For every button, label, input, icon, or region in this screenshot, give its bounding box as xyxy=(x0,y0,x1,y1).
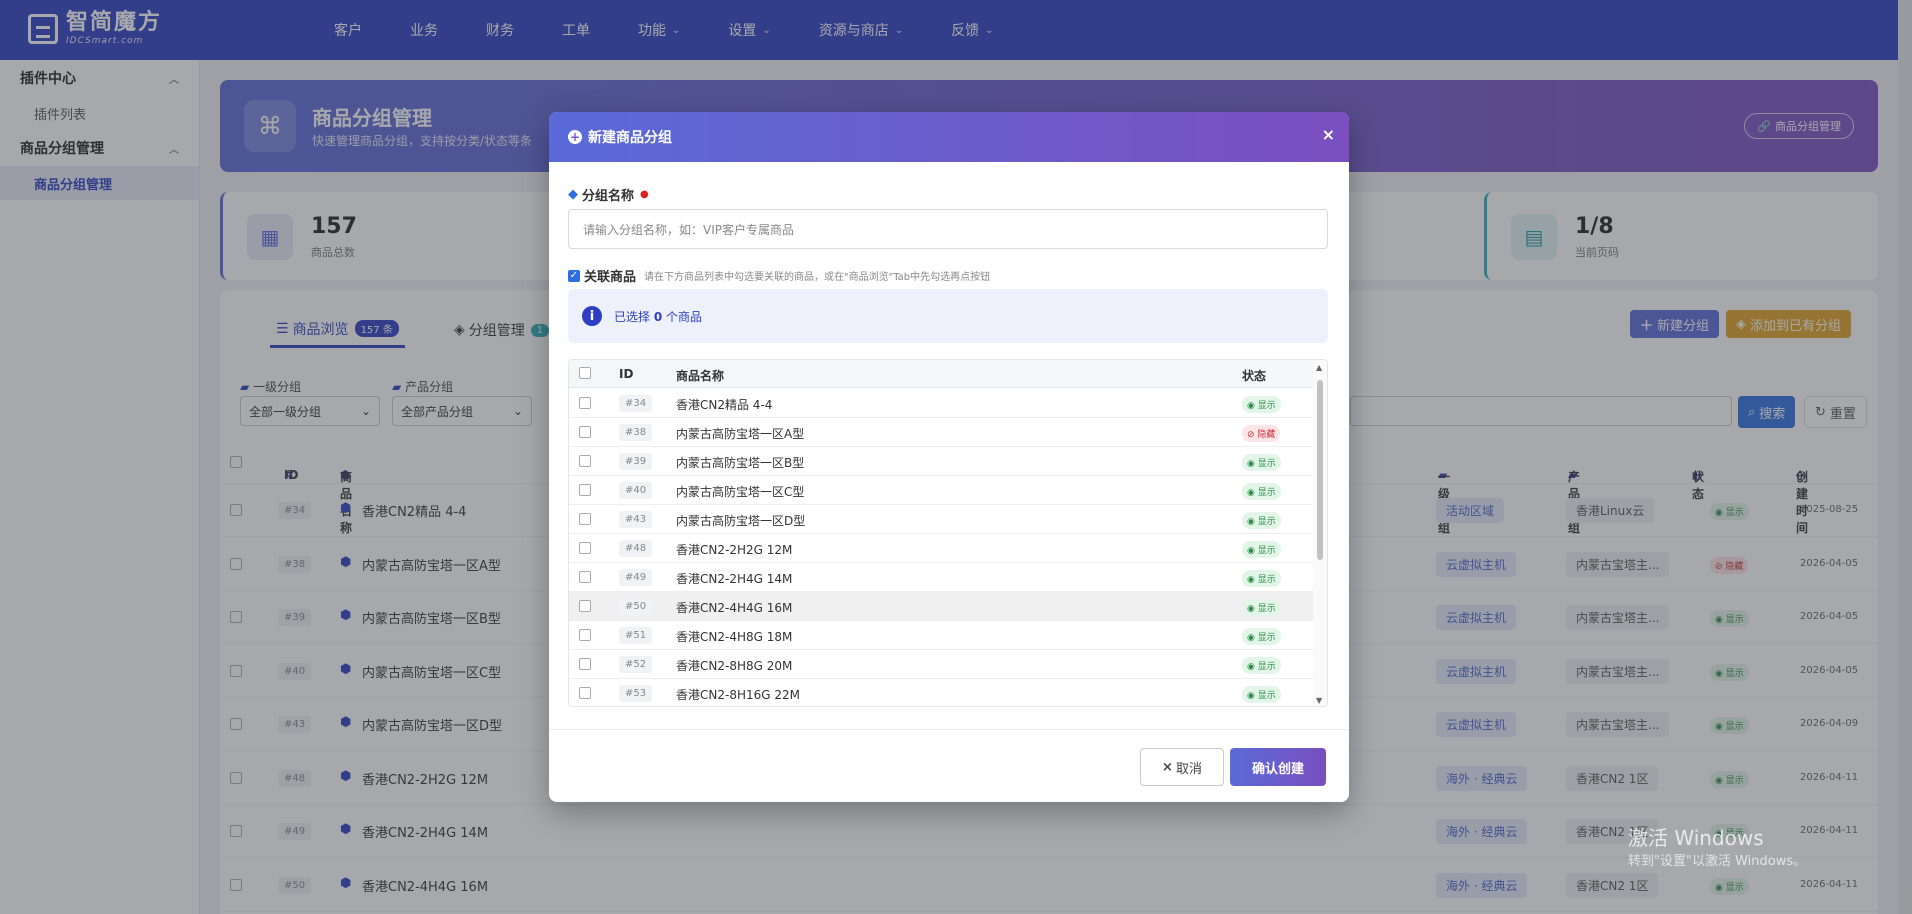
eye-icon: ◉ xyxy=(1247,633,1255,643)
confirm-create-button[interactable]: 确认创建 xyxy=(1230,748,1326,786)
product-list-header: ID 商品名称 状态 xyxy=(569,360,1313,388)
status-badge: ⊘ 隐藏 xyxy=(1242,425,1281,442)
list-item-name: 内蒙古高防宝塔一区A型 xyxy=(676,427,805,441)
list-item-checkbox[interactable] xyxy=(579,542,591,554)
list-item-checkbox[interactable] xyxy=(579,513,591,525)
tag-icon: ◆ xyxy=(568,187,578,202)
eye-icon: ◉ xyxy=(1247,691,1255,701)
assoc-checkbox[interactable]: ✓ xyxy=(568,269,580,282)
list-col-status: 状态 xyxy=(1242,369,1267,383)
scroll-up-icon[interactable]: ▲ xyxy=(1316,363,1322,372)
modal-footer-divider xyxy=(549,729,1349,730)
list-item-id: #38 xyxy=(619,424,653,441)
list-item-checkbox[interactable] xyxy=(579,455,591,467)
status-badge: ◉ 显示 xyxy=(1242,454,1281,471)
close-icon: × xyxy=(1162,759,1173,775)
list-item-checkbox[interactable] xyxy=(579,426,591,438)
eye-icon: ◉ xyxy=(1247,459,1255,469)
status-badge: ◉ 显示 xyxy=(1242,396,1281,413)
close-icon[interactable]: × xyxy=(1322,125,1335,144)
list-item-id: #40 xyxy=(619,482,653,499)
product-list: ID 商品名称 状态 #34 香港CN2精品 4-4 ◉ 显示 #38 内蒙古高防宝塔一… xyxy=(568,359,1328,707)
eye-icon: ◉ xyxy=(1247,517,1255,527)
selected-info: i 已选择 0 个商品 xyxy=(568,289,1328,343)
status-badge: ◉ 显示 xyxy=(1242,570,1281,587)
group-name-input[interactable]: 请输入分组名称，如：VIP客户专属商品 xyxy=(568,209,1328,249)
list-item-checkbox[interactable] xyxy=(579,397,591,409)
list-item[interactable]: #51 香港CN2-4H8G 18M ◉ 显示 xyxy=(569,621,1313,650)
list-item-name: 香港CN2-8H8G 20M xyxy=(676,659,793,673)
status-badge: ◉ 显示 xyxy=(1242,657,1281,674)
list-item[interactable]: #43 内蒙古高防宝塔一区D型 ◉ 显示 xyxy=(569,505,1313,534)
list-item-id: #39 xyxy=(619,453,653,470)
modal-title: 新建商品分组 xyxy=(588,130,672,146)
eye-icon: ◉ xyxy=(1247,546,1255,556)
eye-icon: ◉ xyxy=(1247,401,1255,411)
list-item-name: 内蒙古高防宝塔一区C型 xyxy=(676,485,805,499)
list-item-name: 香港CN2-2H4G 14M xyxy=(676,572,793,586)
list-item-id: #50 xyxy=(619,598,653,615)
modal-header: + 新建商品分组 × xyxy=(549,112,1349,162)
list-col-id: ID xyxy=(619,367,634,381)
status-badge: ◉ 显示 xyxy=(1242,628,1281,645)
list-item-checkbox[interactable] xyxy=(579,658,591,670)
status-badge: ◉ 显示 xyxy=(1242,686,1281,703)
scroll-down-icon[interactable]: ▼ xyxy=(1316,696,1322,705)
list-item[interactable]: #48 香港CN2-2H2G 12M ◉ 显示 xyxy=(569,534,1313,563)
list-item-id: #34 xyxy=(619,395,653,412)
info-icon: i xyxy=(582,306,602,326)
eye-icon: ◉ xyxy=(1247,488,1255,498)
list-item[interactable]: #50 香港CN2-4H4G 16M ◉ 显示 xyxy=(569,592,1313,621)
list-item-checkbox[interactable] xyxy=(579,484,591,496)
assoc-products-toggle[interactable]: ✓ 关联商品 请在下方商品列表中勾选要关联的商品，或在"商品浏览"Tab中先勾选再点… xyxy=(568,266,990,285)
list-item-name: 内蒙古高防宝塔一区D型 xyxy=(676,514,806,528)
eye-icon: ◉ xyxy=(1247,662,1255,672)
windows-watermark-sub: 转到"设置"以激活 Windows。 xyxy=(1628,854,1807,869)
required-dot: ● xyxy=(640,189,649,200)
list-select-all-checkbox[interactable] xyxy=(579,367,591,379)
list-item-id: #43 xyxy=(619,511,653,528)
list-item-name: 香港CN2精品 4-4 xyxy=(676,398,773,412)
status-badge: ◉ 显示 xyxy=(1242,512,1281,529)
list-item-id: #48 xyxy=(619,540,653,557)
cancel-button[interactable]: × 取消 xyxy=(1140,748,1224,786)
plus-circle-icon: + xyxy=(568,130,582,144)
windows-watermark: 激活 Windows xyxy=(1628,826,1764,850)
list-item-name: 内蒙古高防宝塔一区B型 xyxy=(676,456,805,470)
list-item-checkbox[interactable] xyxy=(579,571,591,583)
list-item-id: #52 xyxy=(619,656,653,673)
list-item-checkbox[interactable] xyxy=(579,600,591,612)
list-item-id: #53 xyxy=(619,685,653,702)
new-group-modal: + 新建商品分组 × ◆ 分组名称 ● 请输入分组名称，如：VIP客户专属商品 ✓ 关联… xyxy=(549,112,1349,802)
selected-count: 0 xyxy=(653,309,663,324)
list-item-id: #49 xyxy=(619,569,653,586)
status-badge: ◉ 显示 xyxy=(1242,541,1281,558)
scroll-thumb[interactable] xyxy=(1317,380,1323,560)
eye-icon: ◉ xyxy=(1247,575,1255,585)
list-item[interactable]: #49 香港CN2-2H4G 14M ◉ 显示 xyxy=(569,563,1313,592)
list-item-name: 香港CN2-4H4G 16M xyxy=(676,601,793,615)
list-item-name: 香港CN2-2H2G 12M xyxy=(676,543,793,557)
list-item-name: 香港CN2-4H8G 18M xyxy=(676,630,793,644)
list-item[interactable]: #38 内蒙古高防宝塔一区A型 ⊘ 隐藏 xyxy=(569,418,1313,447)
status-badge: ◉ 显示 xyxy=(1242,483,1281,500)
list-item-id: #51 xyxy=(619,627,653,644)
eye-slash-icon: ⊘ xyxy=(1247,430,1255,440)
eye-icon: ◉ xyxy=(1247,604,1255,614)
list-item-checkbox[interactable] xyxy=(579,687,591,699)
list-item[interactable]: #40 内蒙古高防宝塔一区C型 ◉ 显示 xyxy=(569,476,1313,505)
list-item[interactable]: #52 香港CN2-8H8G 20M ◉ 显示 xyxy=(569,650,1313,679)
list-col-name: 商品名称 xyxy=(676,369,725,383)
list-item[interactable]: #39 内蒙古高防宝塔一区B型 ◉ 显示 xyxy=(569,447,1313,476)
list-item-name: 香港CN2-8H16G 22M xyxy=(676,688,800,702)
group-name-label: ◆ 分组名称 ● xyxy=(568,187,649,204)
status-badge: ◉ 显示 xyxy=(1242,599,1281,616)
list-scrollbar[interactable]: ▲ ▼ xyxy=(1313,360,1327,706)
list-item[interactable]: #34 香港CN2精品 4-4 ◉ 显示 xyxy=(569,389,1313,418)
assoc-hint: 请在下方商品列表中勾选要关联的商品，或在"商品浏览"Tab中先勾选再点按钮 xyxy=(644,272,991,283)
list-item[interactable]: #53 香港CN2-8H16G 22M ◉ 显示 xyxy=(569,679,1313,706)
list-item-checkbox[interactable] xyxy=(579,629,591,641)
